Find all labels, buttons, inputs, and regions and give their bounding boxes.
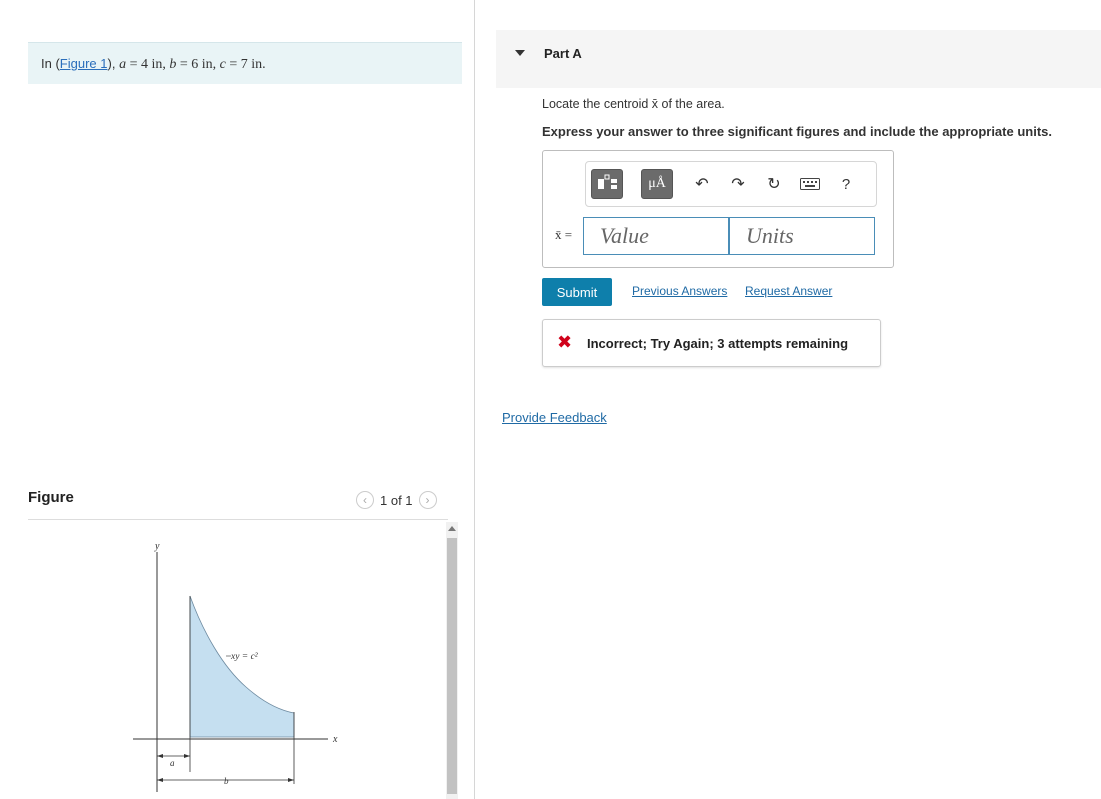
reset-icon[interactable]: ↻	[762, 172, 786, 196]
figure-diagram: y x xy = c² a b	[133, 541, 338, 792]
dim-a-label: a	[170, 758, 175, 768]
dim-a-arrow-right	[184, 754, 190, 758]
given-values: a = 4 in, b = 6 in, c = 7 in.	[119, 57, 266, 72]
dim-b-label: b	[224, 776, 229, 786]
figure-title: Figure	[28, 489, 74, 506]
chevron-right-icon[interactable]: ›	[418, 491, 437, 509]
equation-toolbar: μÅ ↶ ↷ ↻ ?	[585, 161, 877, 207]
provide-feedback-link[interactable]: Provide Feedback	[502, 410, 607, 425]
figure-link[interactable]: Figure 1	[60, 56, 108, 71]
scroll-up-icon[interactable]	[448, 526, 456, 531]
matrix-template-icon[interactable]	[591, 169, 623, 199]
part-title: Part A	[544, 46, 582, 61]
incorrect-x-icon: ✖	[557, 332, 573, 352]
dim-b-arrow-left	[157, 778, 163, 782]
answer-box: μÅ ↶ ↷ ↻ ? x̄ =	[542, 150, 894, 268]
matrix-template-glyph	[598, 174, 617, 189]
part-a-header[interactable]: Part A	[496, 30, 1101, 88]
xbar-label: x̄ =	[555, 227, 573, 242]
scroll-thumb[interactable]	[447, 538, 457, 794]
feedback-message: Incorrect; Try Again; 3 attempts remaini…	[587, 336, 849, 351]
dim-b-arrow-right	[288, 778, 294, 782]
request-answer-link[interactable]: Request Answer	[745, 284, 832, 298]
undo-icon[interactable]: ↶	[690, 172, 714, 196]
pane-divider	[474, 0, 475, 799]
keyboard-glyph	[800, 178, 820, 190]
keyboard-icon[interactable]	[798, 172, 822, 196]
figure-divider	[28, 519, 448, 520]
dim-a-arrow-left	[157, 754, 163, 758]
question-text: Locate the centroid x̄ of the area.	[542, 97, 725, 111]
figure-pager: ‹ 1 of 1 ›	[356, 489, 437, 511]
units-input[interactable]	[729, 217, 875, 255]
help-icon[interactable]: ?	[834, 172, 858, 196]
shaded-area	[189, 595, 295, 738]
y-axis-label: y	[154, 541, 160, 552]
problem-prefix: In (	[41, 56, 60, 71]
value-b: = 6 in,	[176, 57, 220, 72]
redo-icon[interactable]: ↷	[726, 172, 750, 196]
value-input[interactable]	[583, 217, 729, 255]
question-instruction: Express your answer to three significant…	[542, 124, 1052, 139]
value-c: = 7 in.	[225, 57, 266, 72]
caret-down-icon[interactable]	[515, 50, 525, 56]
curve-label: xy = c²	[230, 652, 258, 662]
problem-statement: In (Figure 1), a = 4 in, b = 6 in, c = 7…	[28, 42, 462, 84]
chevron-left-icon[interactable]: ‹	[356, 491, 374, 509]
submit-button[interactable]: Submit	[542, 278, 612, 306]
x-axis-label: x	[332, 734, 338, 745]
previous-answers-link[interactable]: Previous Answers	[632, 284, 727, 298]
problem-text: In (Figure 1), a = 4 in, b = 6 in, c = 7…	[41, 56, 266, 73]
value-a: = 4 in,	[126, 57, 170, 72]
pager-text: 1 of 1	[380, 492, 413, 508]
figure-scrollbar[interactable]	[446, 522, 458, 799]
units-icon[interactable]: μÅ	[641, 169, 673, 199]
problem-suffix: ),	[107, 56, 116, 71]
feedback-message-box: ✖ Incorrect; Try Again; 3 attempts remai…	[542, 319, 881, 367]
left-pane: In (Figure 1), a = 4 in, b = 6 in, c = 7…	[0, 0, 474, 799]
